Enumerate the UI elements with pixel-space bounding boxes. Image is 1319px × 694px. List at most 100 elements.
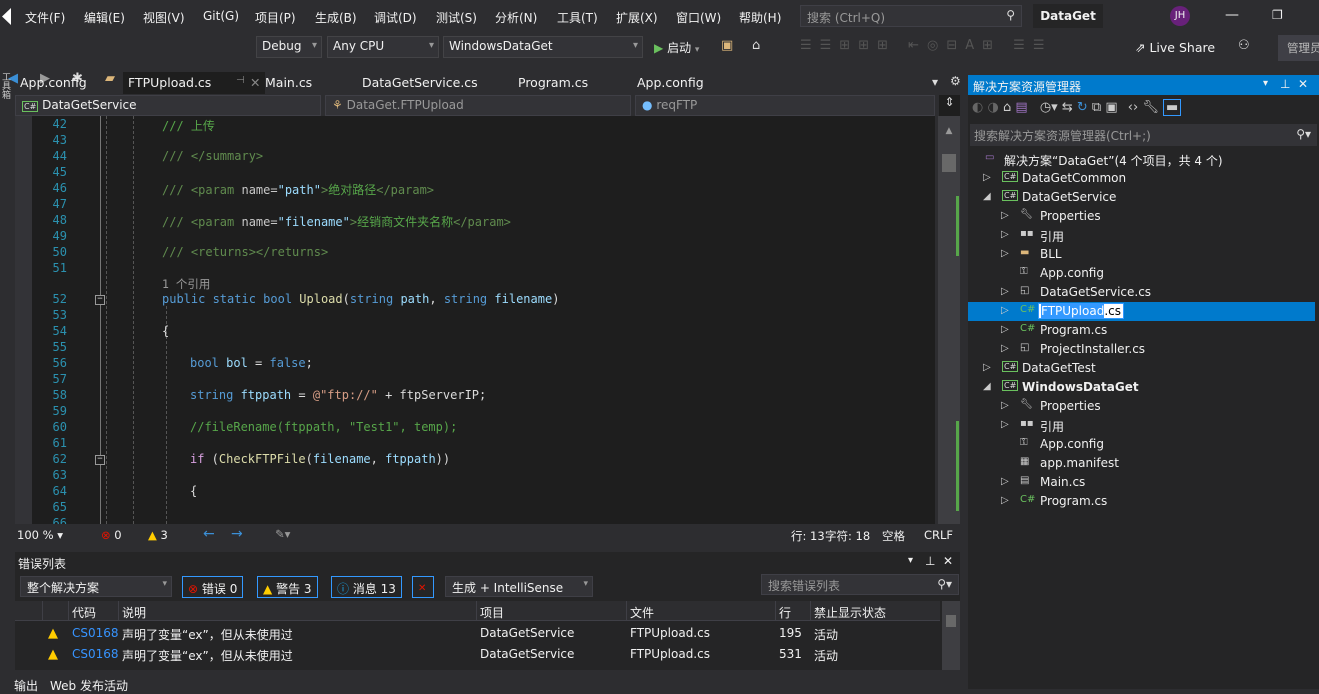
menu-item[interactable]: 测试(S) — [436, 9, 477, 26]
project-dropdown[interactable]: C# DataGetService — [15, 95, 321, 116]
tab-datagetservice[interactable]: DataGetService.cs — [357, 72, 483, 94]
menu-item[interactable]: 工具(T) — [557, 9, 598, 26]
column-header[interactable]: 说明 — [122, 604, 146, 621]
dropdown-icon[interactable]: ▾ — [908, 555, 913, 566]
codelens-references[interactable]: 1 个引用 — [162, 276, 210, 292]
close-icon[interactable]: ✕ — [943, 554, 953, 568]
gear-icon[interactable]: ⚙ — [950, 74, 961, 88]
admin-button[interactable]: 管理员 — [1278, 35, 1319, 61]
tree-item[interactable]: ◢ C# DataGetService — [968, 188, 1315, 207]
column-divider[interactable] — [68, 601, 69, 621]
class-dropdown[interactable]: ⚘ DataGet.FTPUpload — [325, 95, 631, 116]
toolbox-tab[interactable]: 工具箱 — [0, 72, 12, 112]
tree-item[interactable]: ▷ ▪▪ 引用 — [968, 416, 1315, 435]
sync-icon[interactable]: ⇆ — [1062, 100, 1073, 115]
menu-item[interactable]: 项目(P) — [255, 9, 296, 26]
collapsed-arrow-icon[interactable]: ▷ — [1001, 210, 1009, 221]
tree-item[interactable]: ▷ C# Program.cs — [968, 321, 1315, 340]
whitespace-indicator[interactable]: 空格 — [882, 528, 905, 544]
clear-filter-button[interactable]: ✕ — [412, 576, 434, 598]
tab-web-publish[interactable]: Web 发布活动 — [50, 677, 128, 694]
column-header[interactable]: 文件 — [630, 604, 654, 621]
eol-indicator[interactable]: CRLF — [924, 528, 953, 542]
pin-icon[interactable]: ⊣ — [236, 75, 245, 86]
column-divider[interactable] — [810, 601, 811, 621]
tab-app-config-2[interactable]: App.config — [632, 72, 709, 94]
tree-item[interactable]: ▦ app.manifest — [968, 454, 1315, 473]
pending-changes-icon[interactable]: ◷▾ — [1040, 100, 1058, 115]
scope-dropdown[interactable]: 整个解决方案 ▾ — [20, 576, 172, 597]
close-icon[interactable]: ✕ — [250, 75, 260, 90]
menu-item[interactable]: 分析(N) — [495, 9, 537, 26]
collapsed-arrow-icon[interactable]: ▷ — [1001, 229, 1009, 240]
home-icon[interactable]: ⌂ — [1003, 100, 1011, 115]
error-code-link[interactable]: CS0168 — [72, 626, 119, 640]
menu-item[interactable]: Git(G) — [203, 9, 239, 23]
tree-item[interactable]: ⚿ App.config — [968, 435, 1315, 454]
column-header[interactable]: 行 — [779, 604, 791, 621]
nav-forward-icon[interactable]: → — [231, 526, 243, 542]
code-editor[interactable]: 42 /// 上传 43 44 /// </summary> 45 46 /// <param… — [15, 116, 935, 524]
warning-count[interactable]: ▲ 3 — [148, 528, 168, 542]
menu-item[interactable]: 视图(V) — [143, 9, 185, 26]
dropdown-icon[interactable]: ▾ — [1263, 78, 1268, 89]
fold-toggle-icon[interactable]: − — [95, 295, 105, 305]
column-divider[interactable] — [476, 601, 477, 621]
properties-icon[interactable]: 🔧︎ — [1142, 100, 1159, 115]
avatar[interactable]: JH — [1170, 6, 1190, 26]
live-share-button[interactable]: ⇗ Live Share — [1135, 40, 1215, 55]
error-list-scrollbar[interactable] — [942, 601, 960, 670]
menu-item[interactable]: 调试(D) — [374, 9, 417, 26]
fold-toggle-icon[interactable]: − — [95, 455, 105, 465]
split-editor-button[interactable]: ⇕ — [939, 95, 960, 116]
menu-item[interactable]: 扩展(X) — [616, 9, 658, 26]
column-divider[interactable] — [118, 601, 119, 621]
column-header[interactable]: 项目 — [480, 604, 504, 621]
restore-button[interactable]: ❐ — [1272, 8, 1283, 22]
tab-list-dropdown-icon[interactable]: ▾ — [932, 75, 938, 89]
expanded-arrow-icon[interactable]: ◢ — [983, 381, 991, 392]
collapse-all-icon[interactable]: ⧉ — [1092, 100, 1101, 115]
expanded-arrow-icon[interactable]: ◢ — [983, 191, 991, 202]
tree-item[interactable]: ▷ ▤ Main.cs — [968, 473, 1315, 492]
error-search-input[interactable]: 搜索错误列表 ⚲▾ — [761, 574, 959, 595]
refresh-icon[interactable]: ↻ — [1077, 100, 1088, 115]
column-divider[interactable] — [775, 601, 776, 621]
home-icon[interactable]: ⌂ — [752, 38, 760, 53]
view-code-icon[interactable]: ‹› — [1128, 100, 1138, 115]
tree-item[interactable]: ▷ 🔧︎ Properties — [968, 207, 1315, 226]
switch-views-icon[interactable]: ▤ — [1015, 100, 1027, 115]
column-header[interactable]: 禁止显示状态 — [814, 604, 886, 621]
collapsed-arrow-icon[interactable]: ▷ — [1001, 305, 1009, 316]
nav-back-icon[interactable]: ← — [203, 526, 215, 542]
messages-filter-button[interactable]: ⓘ 消息 13 — [331, 576, 402, 598]
tree-item[interactable]: ▷ ▪▪ 引用 — [968, 226, 1315, 245]
preview-icon[interactable]: ▬ — [1163, 99, 1182, 116]
tree-item[interactable]: ▷ ◱ DataGetService.cs — [968, 283, 1315, 302]
startup-project-select[interactable]: WindowsDataGet — [443, 36, 643, 58]
tree-item[interactable]: ▷ ▬ BLL — [968, 245, 1315, 264]
collapsed-arrow-icon[interactable]: ▷ — [1001, 343, 1009, 354]
scroll-thumb[interactable] — [942, 154, 956, 172]
error-count[interactable]: ⊗ 0 — [101, 528, 122, 542]
warnings-filter-button[interactable]: ▲ 警告 3 — [257, 576, 318, 598]
scroll-thumb[interactable] — [946, 615, 956, 627]
solution-search-input[interactable]: 搜索解决方案资源管理器(Ctrl+;) ⚲▾ — [970, 124, 1317, 146]
collapsed-arrow-icon[interactable]: ▷ — [1001, 419, 1009, 430]
collapsed-arrow-icon[interactable]: ▷ — [1001, 324, 1009, 335]
collapsed-arrow-icon[interactable]: ▷ — [1001, 400, 1009, 411]
close-icon[interactable]: ✕ — [1298, 77, 1308, 91]
rename-input[interactable]: FTPUpload.cs — [1038, 303, 1124, 319]
collapsed-arrow-icon[interactable]: ▷ — [1001, 286, 1009, 297]
errors-filter-button[interactable]: ⊗ 错误 0 — [182, 576, 244, 598]
brush-icon[interactable]: ✎▾ — [275, 527, 290, 541]
editor-vertical-scrollbar[interactable]: ▲ — [938, 116, 960, 524]
column-divider[interactable] — [42, 601, 43, 621]
pin-icon[interactable]: ⊥ — [1280, 77, 1290, 91]
config-select[interactable]: Debug — [256, 36, 322, 58]
tree-item[interactable]: ▷ C# FTPUpload.cs — [968, 302, 1315, 321]
tree-item[interactable]: ⚿ App.config — [968, 264, 1315, 283]
tree-item[interactable]: ▷ C# Program.cs — [968, 492, 1315, 511]
tree-item[interactable]: ▷ ◱ ProjectInstaller.cs — [968, 340, 1315, 359]
tree-item[interactable]: ▷ C# DataGetTest — [968, 359, 1315, 378]
